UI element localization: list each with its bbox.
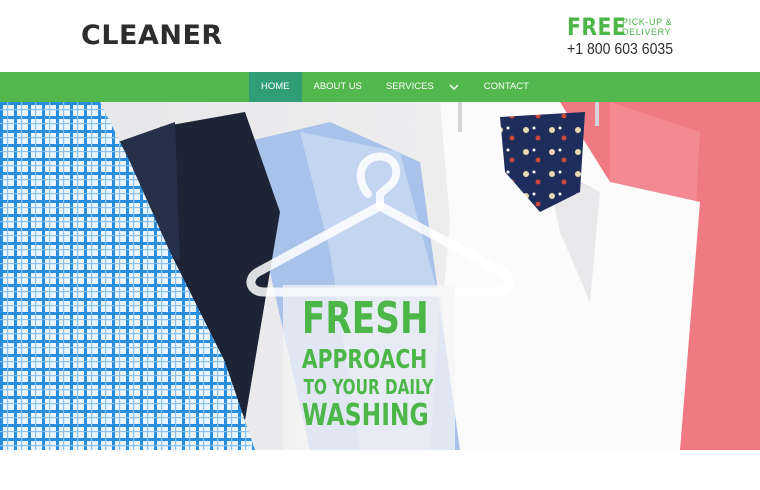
nav-item-label: CONTACT xyxy=(483,81,529,92)
site-header: CLEANER FREE PICK-UP & DELIVERY +1 800 6… xyxy=(0,0,760,72)
promo-line-1: PICK-UP & xyxy=(622,17,673,27)
nav-item-label: HOME xyxy=(261,81,290,92)
hero-title-fresh: FRESH xyxy=(301,293,429,344)
delivery-promo: FREE PICK-UP & DELIVERY +1 800 603 6035 xyxy=(567,14,687,60)
nav-items: HOME ABOUT US SERVICES CONTACT xyxy=(249,72,541,102)
promo-free-label: FREE xyxy=(567,13,627,41)
promo-subtitle: PICK-UP & DELIVERY xyxy=(622,17,672,37)
main-nav: HOME ABOUT US SERVICES CONTACT xyxy=(0,72,760,102)
nav-item-home[interactable]: HOME xyxy=(249,72,302,102)
nav-item-about-us[interactable]: ABOUT US xyxy=(302,72,374,102)
nav-item-label: SERVICES xyxy=(385,81,434,92)
hero-banner: FRESH APPROACH TO YOUR DAILY WASHING xyxy=(0,102,760,450)
phone-number[interactable]: +1 800 603 6035 xyxy=(567,41,673,59)
hero-title-daily: TO YOUR DAILY xyxy=(303,375,434,399)
hanger-icon xyxy=(246,152,514,297)
nav-item-services[interactable]: SERVICES xyxy=(374,72,472,102)
hero-tagline-card: FRESH APPROACH TO YOUR DAILY WASHING xyxy=(283,285,455,450)
chevron-down-icon[interactable] xyxy=(448,81,460,93)
hero-title-washing: WASHING xyxy=(301,398,429,433)
nav-item-label: ABOUT US xyxy=(313,81,362,92)
promo-line-2: DELIVERY xyxy=(622,27,672,37)
hero-title-approach: APPROACH xyxy=(301,345,428,375)
nav-item-contact[interactable]: CONTACT xyxy=(472,72,541,102)
site-logo[interactable]: CLEANER xyxy=(81,20,223,51)
